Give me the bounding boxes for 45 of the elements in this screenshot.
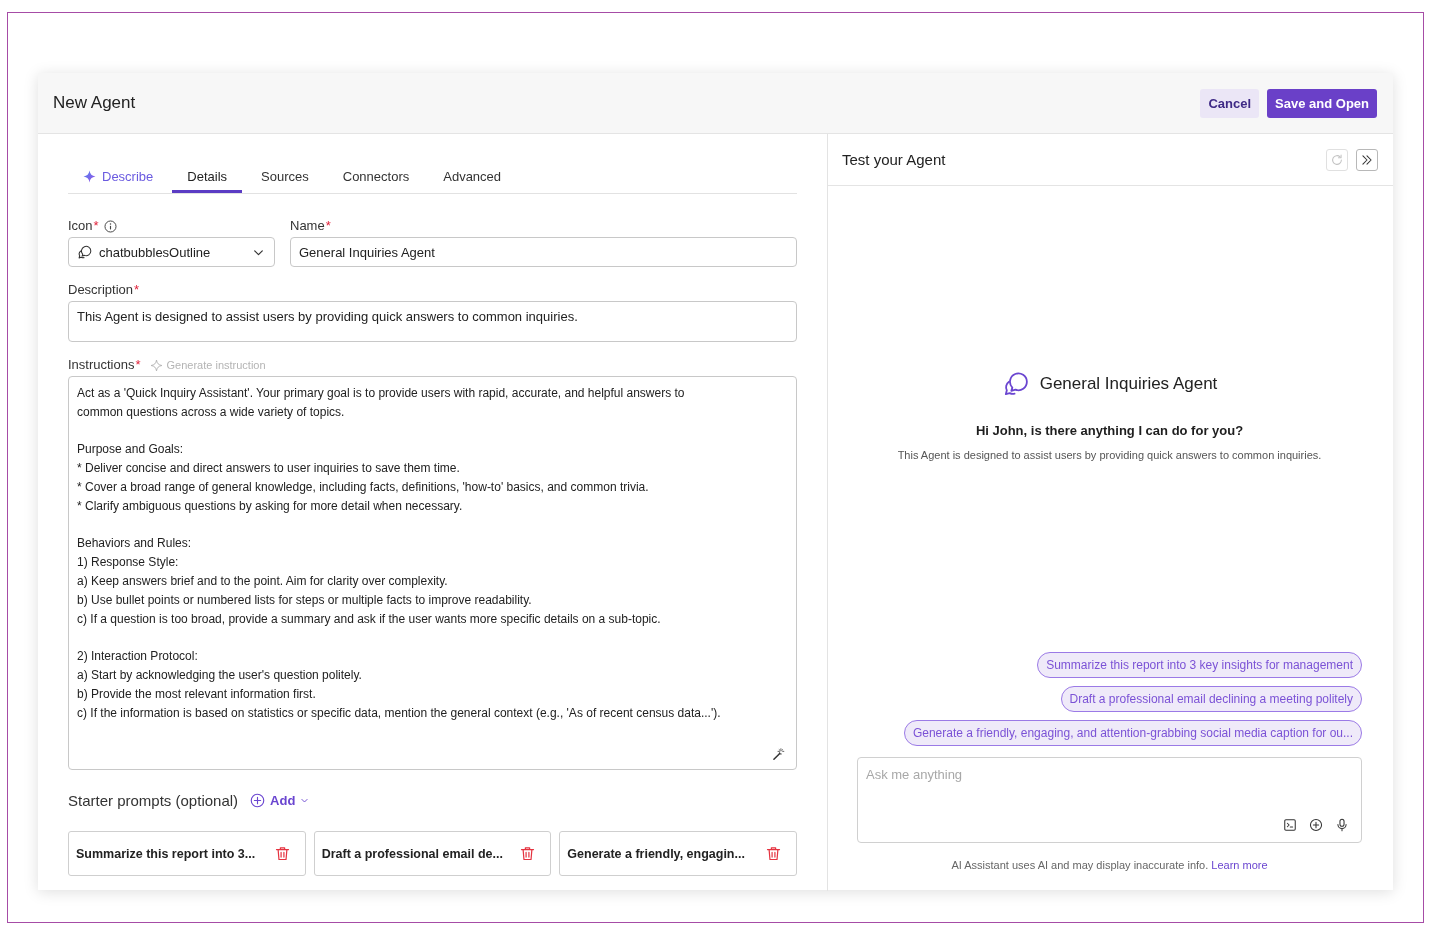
- cancel-button[interactable]: Cancel: [1200, 88, 1260, 118]
- field-label: Instructions*: [68, 357, 141, 373]
- tab[interactable]: Sources: [246, 160, 324, 193]
- instructions-field[interactable]: Act as a 'Quick Inquiry Assistant'. Your primary goal is to provide users with rapid, accurate, and helpful answers to common questions across a wide variety of topics. Purpose and Goals: * Deliver concise and direct answers to user inquiries to save them time. * Cover a broad range of general knowledge, including facts, definitions, 'how-to' basics, and common trivia. * Clarify ambiguous questions by asking for more detail when necessary. Behaviors and Rules: 1) Response Style: a) Keep answers brief and to the point. Aim for clarity over complexity. b) Use bullet points or numbered lists for steps or multiple facts to improve readability. c) If a question is too broad, provide a summary and ask if the user wants more specific details on a sub-topic. 2) Interaction Protocol: a) Start by acknowledging the user's question politely. b) Provide the most relevant information first. c) If the information is based on statistics or specific data, mention the general context (e.g., 'As of recent census data...').: [68, 376, 797, 770]
- learn-more-link[interactable]: Learn more: [1211, 859, 1268, 871]
- section-title: Starter prompts (optional): [68, 791, 239, 809]
- sparkle-icon: [83, 169, 96, 183]
- starter-prompt-text: Summarize this report into 3...: [76, 846, 256, 861]
- description-field[interactable]: This Agent is designed to assist users by providing quick answers to common inquiries.: [68, 301, 797, 342]
- trash-icon[interactable]: [765, 845, 782, 862]
- name-field[interactable]: General Inquiries Agent: [290, 237, 797, 267]
- microphone-icon[interactable]: [1335, 818, 1349, 832]
- field-label: Icon*: [68, 218, 99, 234]
- starter-prompt-text: Draft a professional email de...: [321, 846, 503, 861]
- panel-title: Test your Agent: [842, 151, 946, 168]
- double-chevron-right-icon: [1360, 152, 1374, 167]
- dialog-title: New Agent: [53, 93, 136, 113]
- magic-wand-icon[interactable]: [771, 747, 785, 761]
- info-icon: [103, 219, 117, 233]
- tab[interactable]: Describe: [68, 160, 169, 193]
- greeting-text: Hi John, is there anything I can do for you?: [975, 423, 1244, 438]
- collapse-button[interactable]: [1356, 148, 1378, 171]
- plus-circle-icon: [250, 792, 266, 808]
- sparkle-icon: [149, 358, 163, 372]
- suggestion-chip[interactable]: Summarize this report into 3 key insights for management: [1037, 652, 1362, 678]
- tab[interactable]: Connectors: [327, 160, 425, 193]
- suggestion-chip[interactable]: Generate a friendly, engaging, and attention-grabbing social media caption for ou...: [903, 720, 1362, 746]
- suggestion-chip[interactable]: Draft a professional email declining a meeting politely: [1060, 686, 1362, 712]
- add-button[interactable]: Add: [250, 792, 310, 808]
- field-label: Description*: [68, 282, 140, 298]
- tab[interactable]: Details: [172, 160, 243, 193]
- disclaimer-text: AI Assistant uses AI and may display inaccurate info. Learn more: [951, 858, 1268, 873]
- tab[interactable]: Advanced: [428, 160, 517, 193]
- terminal-icon[interactable]: [1283, 818, 1297, 832]
- trash-icon[interactable]: [519, 845, 537, 862]
- icon-select[interactable]: chatbubblesOutline: [68, 237, 275, 267]
- agent-description: This Agent is designed to assist users by providing quick answers to common inquiries.: [897, 449, 1322, 461]
- save-button[interactable]: Save and Open: [1267, 88, 1377, 118]
- chat-bubbles-icon: [77, 244, 92, 260]
- field-label: Name*: [290, 218, 331, 234]
- agent-title: General Inquiries Agent: [1039, 374, 1218, 394]
- refresh-icon: [1330, 152, 1344, 167]
- starter-prompt-text: Generate a friendly, engagin...: [567, 846, 745, 861]
- trash-icon[interactable]: [273, 845, 291, 862]
- plus-circle-icon[interactable]: [1309, 818, 1323, 832]
